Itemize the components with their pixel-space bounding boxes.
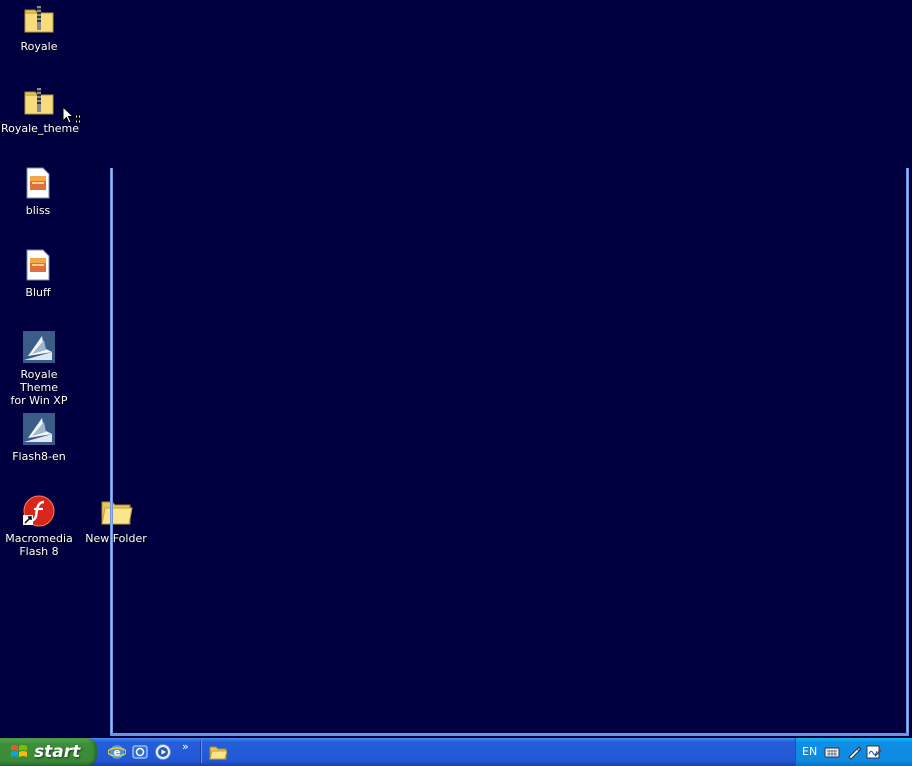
keyboard-icon[interactable] <box>824 744 840 760</box>
start-label: start <box>34 742 81 762</box>
handwriting-icon[interactable] <box>866 744 882 760</box>
outlook-express-icon[interactable] <box>131 743 149 761</box>
folder-icon <box>101 501 133 525</box>
quick-launch-more[interactable]: » <box>182 740 189 753</box>
desktop-icon-label: Macromedia Flash 8 <box>5 532 73 558</box>
flash-shortcut-icon <box>23 495 55 527</box>
window-frame-left-edge[interactable] <box>110 168 113 736</box>
desktop-icon-royale[interactable]: Royale <box>1 2 77 53</box>
desktop-icon-bliss[interactable]: bliss <box>0 166 76 217</box>
window-frame-right-edge[interactable] <box>906 168 909 736</box>
desktop-icon-label: Flash8-en <box>12 450 66 463</box>
busy-cursor-icon <box>62 106 81 125</box>
window-frame-bottom-edge[interactable] <box>110 733 909 736</box>
desktop-icon-new-folder[interactable]: New Folder <box>78 494 154 545</box>
pen-tool-icon[interactable] <box>846 744 862 760</box>
image-file-icon <box>26 249 50 281</box>
desktop-icon-label: Bluff <box>25 286 51 299</box>
windows-logo-icon <box>11 745 27 757</box>
desktop-icon-macromedia-flash-8[interactable]: Macromedia Flash 8 <box>1 494 77 558</box>
taskbar-separator <box>200 741 201 763</box>
desktop-icon-royale-theme-for-win-xp[interactable]: Royale Theme for Win XP <box>1 330 77 407</box>
open-folder-icon[interactable] <box>209 743 227 761</box>
start-button[interactable]: start <box>0 738 97 766</box>
svg-text:e: e <box>114 748 121 759</box>
internet-explorer-icon[interactable]: e <box>108 743 126 761</box>
installer-icon <box>23 331 55 363</box>
taskbar: start e » EN <box>0 738 912 766</box>
desktop-icon-flash8-en[interactable]: Flash8-en <box>1 412 77 463</box>
system-tray: EN <box>795 738 912 766</box>
desktop-icon-bluff[interactable]: Bluff <box>0 248 76 299</box>
zip-folder-icon <box>24 6 54 33</box>
language-indicator[interactable]: EN <box>802 745 817 758</box>
desktop-icon-label: Royale Theme for Win XP <box>10 368 68 407</box>
installer-icon <box>23 413 55 445</box>
zip-folder-icon <box>24 88 54 115</box>
media-player-icon[interactable] <box>154 743 172 761</box>
desktop-icon-label: bliss <box>25 204 51 217</box>
image-file-icon <box>26 167 50 199</box>
desktop-icon-label: Royale <box>20 40 58 53</box>
desktop-icon-label: New Folder <box>85 532 147 545</box>
desktop[interactable]: Royale Royale_theme bliss Bluff Royale T… <box>0 0 912 738</box>
